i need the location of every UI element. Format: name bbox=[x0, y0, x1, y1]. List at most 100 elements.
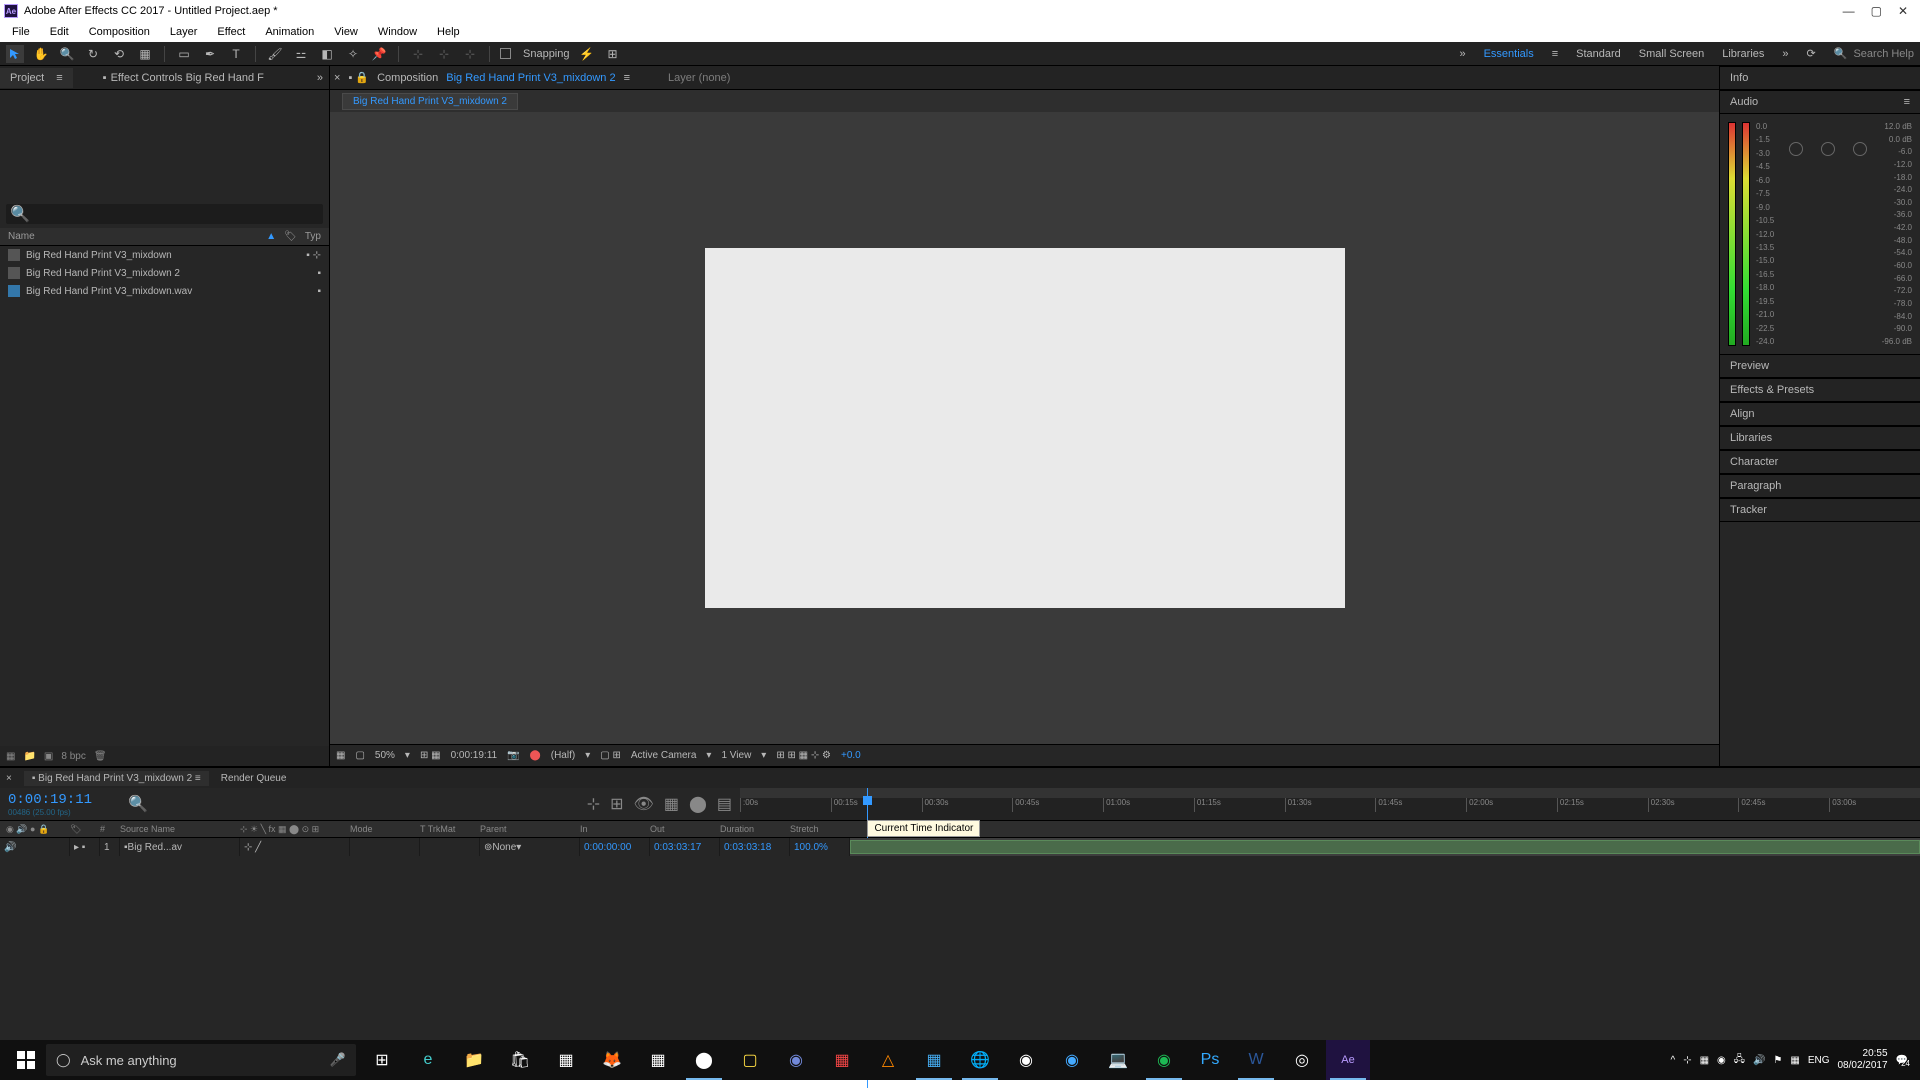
tray-icon[interactable]: ▦ bbox=[1700, 1055, 1709, 1066]
app-icon[interactable]: ▦ bbox=[820, 1040, 864, 1080]
roto-tool-icon[interactable]: ✧ bbox=[344, 45, 362, 63]
audio-panel-header[interactable]: Audio≡ bbox=[1720, 90, 1920, 114]
pen-tool-icon[interactable]: ✒ bbox=[201, 45, 219, 63]
workspace-essentials[interactable]: Essentials bbox=[1484, 48, 1534, 60]
comp-breadcrumb[interactable]: Big Red Hand Print V3_mixdown 2 bbox=[342, 93, 518, 110]
timeline-search-input[interactable]: 🔍 bbox=[128, 794, 148, 814]
store-icon[interactable]: 🛍 bbox=[498, 1040, 542, 1080]
notifications-icon[interactable]: 💬24 bbox=[1896, 1055, 1908, 1066]
cortana-search-input[interactable]: ◯ Ask me anything 🎤 bbox=[46, 1044, 356, 1076]
explorer-icon[interactable]: 📁 bbox=[452, 1040, 496, 1080]
menu-composition[interactable]: Composition bbox=[81, 24, 158, 40]
chrome-icon[interactable]: 🌐 bbox=[958, 1040, 1002, 1080]
effects-presets-panel-header[interactable]: Effects & Presets bbox=[1720, 378, 1920, 402]
app-icon[interactable]: ◎ bbox=[1280, 1040, 1324, 1080]
composition-viewer[interactable] bbox=[330, 112, 1719, 744]
close-tab-icon[interactable]: × bbox=[334, 72, 340, 84]
workspace-small-screen[interactable]: Small Screen bbox=[1639, 48, 1704, 60]
project-item[interactable]: Big Red Hand Print V3_mixdown 2▪ bbox=[0, 264, 329, 282]
audio-knob-icon[interactable] bbox=[1853, 142, 1867, 156]
zoom-tool-icon[interactable]: 🔍 bbox=[58, 45, 76, 63]
app-icon[interactable]: ◉ bbox=[1050, 1040, 1094, 1080]
brush-tool-icon[interactable]: 🖌 bbox=[266, 45, 284, 63]
app-icon[interactable]: 🦊 bbox=[590, 1040, 634, 1080]
obs-icon[interactable]: ⬤ bbox=[682, 1040, 726, 1080]
eraser-tool-icon[interactable]: ◧ bbox=[318, 45, 336, 63]
libraries-panel-header[interactable]: Libraries bbox=[1720, 426, 1920, 450]
close-tab-icon[interactable]: × bbox=[6, 773, 12, 784]
minimize-button[interactable]: — bbox=[1843, 4, 1855, 18]
tray-icon[interactable]: ▦ bbox=[1790, 1055, 1799, 1066]
menu-animation[interactable]: Animation bbox=[257, 24, 322, 40]
comp-icon[interactable]: ▣ bbox=[44, 751, 53, 762]
motion-blur-icon[interactable]: ⬤ bbox=[689, 794, 707, 814]
puppet-tool-icon[interactable]: 📌 bbox=[370, 45, 388, 63]
app-icon[interactable]: ▦ bbox=[912, 1040, 956, 1080]
col-type[interactable]: Typ bbox=[305, 231, 321, 242]
clone-tool-icon[interactable]: ⚍ bbox=[292, 45, 310, 63]
current-time-display[interactable]: 0:00:19:11 00486 (25.00 fps) bbox=[0, 788, 120, 820]
hand-tool-icon[interactable]: ✋ bbox=[32, 45, 50, 63]
layer-row[interactable]: 🔊 ▸ ▪ 1 ▪ Big Red...av ⊹ ╱ ⊚ None ▾ 0:00… bbox=[0, 838, 1920, 856]
menu-layer[interactable]: Layer bbox=[162, 24, 206, 40]
zoom-dropdown[interactable]: 50% bbox=[375, 750, 395, 761]
menu-view[interactable]: View bbox=[326, 24, 366, 40]
timeline-ruler[interactable]: :00s00:15s00:30s00:45s01:00s01:15s01:30s… bbox=[740, 788, 1920, 820]
camera-tool-icon[interactable]: ▦ bbox=[136, 45, 154, 63]
spotify-icon[interactable]: ◉ bbox=[1142, 1040, 1186, 1080]
draft-3d-icon[interactable]: ⊞ bbox=[610, 794, 623, 814]
layer-bar[interactable] bbox=[850, 838, 1920, 856]
exposure-value[interactable]: +0.0 bbox=[841, 750, 861, 761]
more-icon[interactable]: » bbox=[1782, 48, 1788, 60]
sync-icon[interactable]: ⟳ bbox=[1807, 47, 1816, 60]
after-effects-icon[interactable]: Ae bbox=[1326, 1040, 1370, 1080]
paragraph-panel-header[interactable]: Paragraph bbox=[1720, 474, 1920, 498]
volume-icon[interactable]: 🔊 bbox=[1753, 1055, 1765, 1066]
view-dropdown[interactable]: 1 View bbox=[721, 750, 751, 761]
bpc-button[interactable]: 8 bpc bbox=[61, 751, 85, 762]
align-panel-header[interactable]: Align bbox=[1720, 402, 1920, 426]
character-panel-header[interactable]: Character bbox=[1720, 450, 1920, 474]
effect-controls-tab[interactable]: ▪ Effect Controls Big Red Hand F bbox=[93, 68, 274, 88]
graph-editor-icon[interactable]: ▤ bbox=[717, 794, 732, 814]
word-icon[interactable]: W bbox=[1234, 1040, 1278, 1080]
menu-file[interactable]: File bbox=[4, 24, 38, 40]
app-icon[interactable]: ▦ bbox=[544, 1040, 588, 1080]
timecode-display[interactable]: 0:00:19:11 bbox=[451, 750, 498, 761]
search-help-input[interactable]: Search Help bbox=[1853, 48, 1914, 60]
selection-tool-icon[interactable] bbox=[6, 45, 24, 63]
project-item[interactable]: Big Red Hand Print V3_mixdown.wav▪ bbox=[0, 282, 329, 300]
start-button[interactable] bbox=[6, 1040, 46, 1080]
rotation-tool-icon[interactable]: ⟲ bbox=[110, 45, 128, 63]
snapping-checkbox[interactable] bbox=[500, 48, 511, 59]
more-icon[interactable]: » bbox=[311, 72, 329, 84]
type-tool-icon[interactable]: T bbox=[227, 45, 245, 63]
axis-tool-icon[interactable]: ⊹ bbox=[435, 45, 453, 63]
app-icon[interactable]: 💻 bbox=[1096, 1040, 1140, 1080]
app-icon[interactable]: ▦ bbox=[636, 1040, 680, 1080]
sort-icon[interactable]: ▲ bbox=[266, 231, 276, 242]
snapshot-icon[interactable]: 📷 bbox=[507, 750, 519, 761]
comp-tab-name[interactable]: Big Red Hand Print V3_mixdown 2 bbox=[446, 72, 615, 84]
menu-window[interactable]: Window bbox=[370, 24, 425, 40]
folder-icon[interactable]: 📁 bbox=[23, 751, 35, 762]
edge-icon[interactable]: e bbox=[406, 1040, 450, 1080]
tab-menu-icon[interactable]: ≡ bbox=[624, 72, 630, 84]
tray-icon[interactable]: ⊹ bbox=[1683, 1055, 1691, 1066]
snap-opt-icon[interactable]: ⊞ bbox=[604, 45, 622, 63]
sticky-notes-icon[interactable]: ▢ bbox=[728, 1040, 772, 1080]
rect-tool-icon[interactable]: ▭ bbox=[175, 45, 193, 63]
interpret-icon[interactable]: ▦ bbox=[6, 751, 15, 762]
photoshop-icon[interactable]: Ps bbox=[1188, 1040, 1232, 1080]
layer-tab[interactable]: Layer (none) bbox=[668, 72, 730, 84]
tray-chevron-icon[interactable]: ^ bbox=[1671, 1055, 1676, 1066]
workspace-standard[interactable]: Standard bbox=[1576, 48, 1621, 60]
tray-icon[interactable]: ◉ bbox=[1717, 1055, 1726, 1066]
info-panel-header[interactable]: Info bbox=[1720, 66, 1920, 90]
clock[interactable]: 20:55 08/02/2017 bbox=[1837, 1048, 1887, 1072]
menu-edit[interactable]: Edit bbox=[42, 24, 77, 40]
orbit-tool-icon[interactable]: ↻ bbox=[84, 45, 102, 63]
shy-icon[interactable]: 👁 bbox=[634, 794, 654, 814]
timeline-comp-tab[interactable]: ▪ Big Red Hand Print V3_mixdown 2 ≡ bbox=[24, 771, 209, 786]
menu-help[interactable]: Help bbox=[429, 24, 468, 40]
